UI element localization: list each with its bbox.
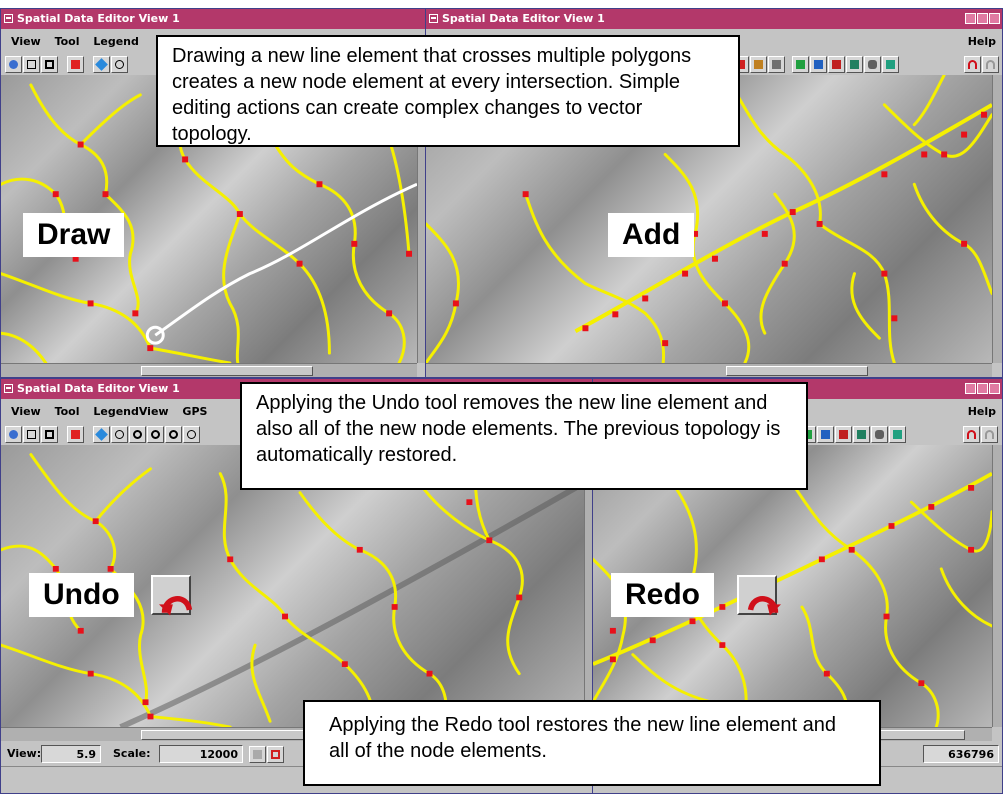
menu-help[interactable]: Help bbox=[968, 399, 996, 425]
edit-icon[interactable] bbox=[750, 56, 767, 73]
undo-button[interactable] bbox=[151, 575, 193, 616]
maximize-button[interactable] bbox=[977, 383, 988, 394]
pan-icon[interactable] bbox=[249, 746, 266, 763]
undo-icon bbox=[159, 596, 193, 616]
step-label-redo: Redo bbox=[611, 573, 714, 617]
scissors-icon[interactable] bbox=[835, 426, 852, 443]
zoom-out-icon[interactable] bbox=[165, 426, 182, 443]
window-controls bbox=[965, 13, 1000, 24]
database-icon[interactable] bbox=[864, 56, 881, 73]
maximize-button[interactable] bbox=[977, 13, 988, 24]
redo-icon[interactable] bbox=[981, 426, 998, 443]
zoom-in-icon[interactable] bbox=[147, 426, 164, 443]
measure-tool-icon[interactable] bbox=[111, 426, 128, 443]
target-icon[interactable] bbox=[267, 746, 284, 763]
redraw-tool-icon[interactable] bbox=[5, 426, 22, 443]
coordinate-field[interactable]: 636796 bbox=[923, 745, 999, 763]
undo-icon[interactable] bbox=[964, 56, 981, 73]
diamond-tool-icon[interactable] bbox=[93, 426, 110, 443]
binoculars-icon[interactable] bbox=[882, 56, 899, 73]
info-icon[interactable] bbox=[183, 426, 200, 443]
window-title: Spatial Data Editor View 1 bbox=[442, 12, 605, 25]
menu-tool[interactable]: Tool bbox=[55, 29, 80, 55]
callout-draw-explanation: Drawing a new line element that crosses … bbox=[156, 35, 740, 147]
redo-icon[interactable] bbox=[982, 56, 999, 73]
menu-view[interactable]: View bbox=[11, 29, 41, 55]
minimize-button[interactable] bbox=[965, 13, 976, 24]
horizontal-scrollbar[interactable] bbox=[426, 363, 992, 377]
window-title: Spatial Data Editor View 1 bbox=[17, 382, 180, 395]
window-menu-icon[interactable] bbox=[4, 384, 13, 393]
binoculars-icon[interactable] bbox=[889, 426, 906, 443]
redo-icon bbox=[747, 596, 781, 616]
scroll-thumb[interactable] bbox=[141, 366, 313, 376]
zoom-box-icon[interactable] bbox=[41, 56, 58, 73]
window-controls bbox=[965, 383, 1000, 394]
step-label-draw: Draw bbox=[23, 213, 125, 257]
horizontal-scrollbar[interactable] bbox=[1, 363, 417, 377]
diamond-tool-icon[interactable] bbox=[93, 56, 110, 73]
menu-gps[interactable]: GPS bbox=[182, 399, 207, 425]
undo-icon[interactable] bbox=[963, 426, 980, 443]
minimize-button[interactable] bbox=[965, 383, 976, 394]
grid-icon[interactable] bbox=[810, 56, 827, 73]
close-button[interactable] bbox=[989, 13, 1000, 24]
scissors-icon[interactable] bbox=[828, 56, 845, 73]
step-label-undo: Undo bbox=[29, 573, 134, 617]
table-icon[interactable] bbox=[792, 56, 809, 73]
legend-icon[interactable] bbox=[67, 426, 84, 443]
grid-icon[interactable] bbox=[817, 426, 834, 443]
scale-field[interactable]: 12000 bbox=[159, 745, 243, 763]
callout-redo-explanation: Applying the Redo tool restores the new … bbox=[303, 700, 881, 786]
scale-label: Scale: bbox=[113, 747, 151, 760]
view-field[interactable]: 5.9 bbox=[41, 745, 101, 763]
scroll-thumb[interactable] bbox=[141, 730, 313, 740]
title-bar[interactable]: Spatial Data Editor View 1 bbox=[426, 9, 1002, 29]
full-view-icon[interactable] bbox=[23, 56, 40, 73]
vertical-scrollbar[interactable] bbox=[992, 445, 1002, 727]
legend-icon[interactable] bbox=[67, 56, 84, 73]
redraw-tool-icon[interactable] bbox=[5, 56, 22, 73]
redo-button[interactable] bbox=[737, 575, 781, 616]
close-button[interactable] bbox=[989, 383, 1000, 394]
menu-legendview[interactable]: LegendView bbox=[93, 399, 168, 425]
measure-tool-icon[interactable] bbox=[111, 56, 128, 73]
callout-undo-explanation: Applying the Undo tool removes the new l… bbox=[240, 382, 808, 490]
step-label-add: Add bbox=[608, 213, 695, 257]
zoom-box-icon[interactable] bbox=[41, 426, 58, 443]
scroll-thumb[interactable] bbox=[726, 366, 868, 376]
database-icon[interactable] bbox=[871, 426, 888, 443]
window-menu-icon[interactable] bbox=[429, 14, 438, 23]
menu-view[interactable]: View bbox=[11, 399, 41, 425]
view-label: View: bbox=[7, 747, 42, 760]
window-title: Spatial Data Editor View 1 bbox=[17, 12, 180, 25]
layers-icon[interactable] bbox=[846, 56, 863, 73]
stamp-icon[interactable] bbox=[768, 56, 785, 73]
full-view-icon[interactable] bbox=[23, 426, 40, 443]
layers-icon[interactable] bbox=[853, 426, 870, 443]
menu-tool[interactable]: Tool bbox=[55, 399, 80, 425]
window-menu-icon[interactable] bbox=[4, 14, 13, 23]
menu-help[interactable]: Help bbox=[968, 29, 996, 55]
zoom-icon[interactable] bbox=[129, 426, 146, 443]
vertical-scrollbar[interactable] bbox=[992, 75, 1002, 363]
menu-legend[interactable]: Legend bbox=[93, 29, 139, 55]
title-bar[interactable]: Spatial Data Editor View 1 bbox=[1, 9, 427, 29]
